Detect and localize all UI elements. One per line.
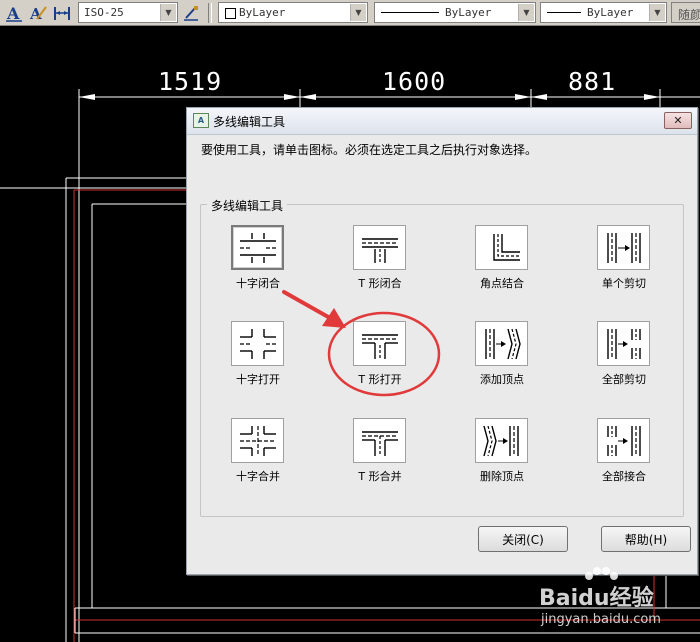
dimension-arrow	[531, 94, 547, 100]
tool-label: 十字合并	[236, 470, 280, 483]
dimension-arrow	[284, 94, 300, 100]
tee-merged-icon[interactable]	[353, 418, 406, 463]
weld-all-icon[interactable]	[597, 418, 650, 463]
instruction-text: 要使用工具，请单击图标。必须在选定工具之后执行对象选择。	[201, 143, 538, 157]
cut-all-icon[interactable]	[597, 321, 650, 366]
dimension-arrow	[300, 94, 316, 100]
tool-label: 角点结合	[480, 277, 524, 290]
dimension-arrow	[79, 94, 95, 100]
tool-label: 十字打开	[236, 373, 280, 386]
tee-open-icon[interactable]	[353, 321, 406, 366]
autocad-app-icon: A	[193, 113, 209, 128]
cross-closed-icon[interactable]	[231, 225, 284, 270]
tool-corner-joint[interactable]: 角点结合	[447, 225, 557, 309]
delete-vertex-icon[interactable]	[475, 418, 528, 463]
tool-tee-open[interactable]: T 形打开	[325, 321, 435, 405]
watermark-url: jingyan.baidu.com	[541, 612, 661, 627]
cross-open-icon[interactable]	[231, 321, 284, 366]
dimension-text: 881	[568, 67, 617, 96]
tool-label: T 形闭合	[358, 277, 402, 290]
tool-label: 十字闭合	[236, 277, 280, 290]
tool-label: 全部接合	[602, 470, 646, 483]
tool-label: 单个剪切	[602, 277, 646, 290]
tool-cross-merged[interactable]: 十字合并	[203, 418, 313, 502]
tool-add-vertex[interactable]: 添加顶点	[447, 321, 557, 405]
tool-tee-closed[interactable]: T 形闭合	[325, 225, 435, 309]
dimension-text: 1600	[382, 67, 447, 96]
tee-closed-icon[interactable]	[353, 225, 406, 270]
tool-cross-open[interactable]: 十字打开	[203, 321, 313, 405]
mline-edit-dialog: A 多线编辑工具 ✕ 要使用工具，请单击图标。必须在选定工具之后执行对象选择。 …	[186, 107, 698, 575]
tool-label: 添加顶点	[480, 373, 524, 386]
tool-delete-vertex[interactable]: 删除顶点	[447, 418, 557, 502]
watermark-brand: Baidu经验	[539, 586, 654, 611]
tool-label: T 形打开	[358, 373, 402, 386]
add-vertex-icon[interactable]	[475, 321, 528, 366]
tool-label: 全部剪切	[602, 373, 646, 386]
cross-merged-icon[interactable]	[231, 418, 284, 463]
close-button[interactable]: 关闭(C)	[478, 526, 568, 552]
cut-single-icon[interactable]	[597, 225, 650, 270]
dimension-text: 1519	[158, 67, 223, 96]
close-icon[interactable]: ✕	[664, 112, 692, 129]
tool-cross-closed[interactable]: 十字闭合	[203, 225, 313, 309]
dialog-titlebar[interactable]: A 多线编辑工具 ✕	[187, 108, 697, 135]
tool-weld-all[interactable]: 全部接合	[569, 418, 679, 502]
baidu-watermark: Baidu经验 jingyan.baidu.com	[535, 566, 695, 636]
dimension-arrow	[515, 94, 531, 100]
tool-tee-merged[interactable]: T 形合并	[325, 418, 435, 502]
dimension-arrow	[644, 94, 660, 100]
corner-joint-icon[interactable]	[475, 225, 528, 270]
dialog-title: 多线编辑工具	[213, 115, 286, 129]
tool-label: T 形合并	[358, 470, 402, 483]
tool-cut-single[interactable]: 单个剪切	[569, 225, 679, 309]
help-button[interactable]: 帮助(H)	[601, 526, 691, 552]
tools-group-label: 多线编辑工具	[207, 197, 288, 214]
tool-label: 删除顶点	[480, 470, 524, 483]
tool-cut-all[interactable]: 全部剪切	[569, 321, 679, 405]
